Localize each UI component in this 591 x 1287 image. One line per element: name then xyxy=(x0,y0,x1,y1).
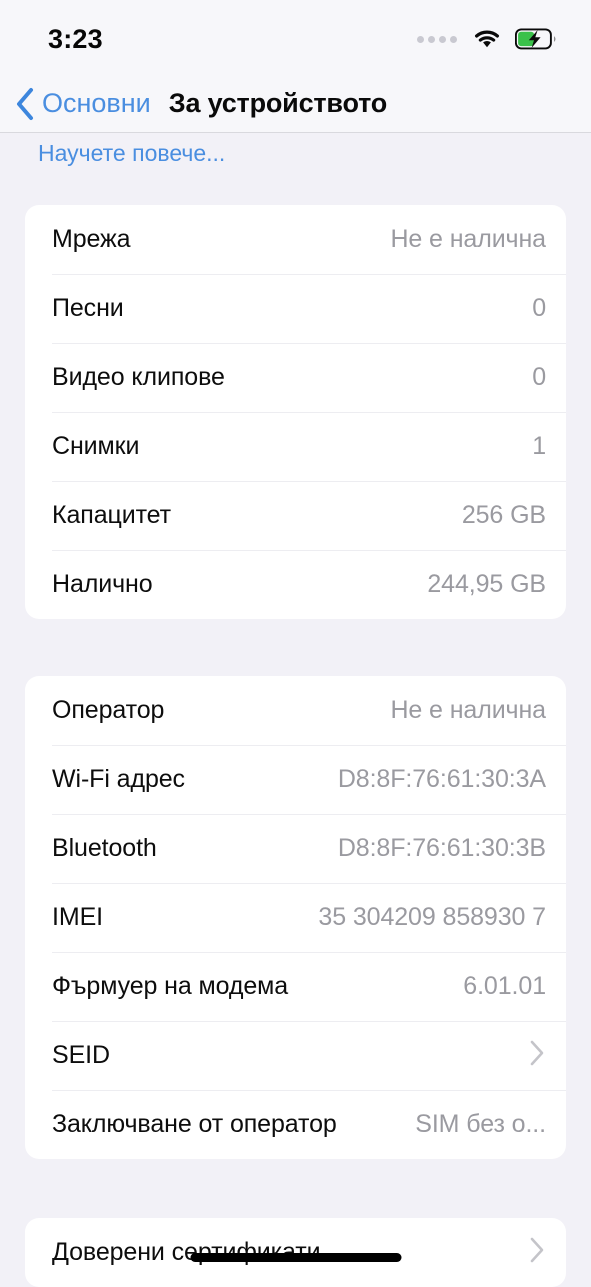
settings-row-label: Фърмуер на модема xyxy=(52,972,289,1000)
settings-row-value: 244,95 GB xyxy=(427,570,546,598)
settings-row: IMEI 35 304209 858930 7 xyxy=(25,883,566,952)
back-chevron-icon xyxy=(14,86,36,121)
settings-row-label: Заключване от оператор xyxy=(52,1110,337,1138)
settings-row-label: Оператор xyxy=(52,696,165,724)
settings-row-label: IMEI xyxy=(52,903,103,931)
settings-row-value: SIM без о... xyxy=(415,1110,546,1138)
settings-row-value: Не е налична xyxy=(390,225,546,253)
settings-row: Мрежа Не е налична xyxy=(25,205,566,274)
settings-row-value: 0 xyxy=(532,363,546,391)
settings-row-value: 0 xyxy=(532,294,546,322)
navigation-bar: Основни За устройството xyxy=(0,74,591,133)
settings-group-hardware: Оператор Не е налична Wi-Fi адрес D8:8F:76:… xyxy=(25,676,566,1159)
settings-row-value: 256 GB xyxy=(461,501,546,529)
settings-group-storage: Мрежа Не е налична Песни 0 Видео клипове 0 Сни… xyxy=(25,205,566,619)
settings-row: Оператор Не е налична xyxy=(25,676,566,745)
wifi-icon xyxy=(472,28,502,50)
settings-row-value: Не е налична xyxy=(390,696,546,724)
settings-row: Песни 0 xyxy=(25,274,566,343)
settings-row: Видео клипове 0 xyxy=(25,343,566,412)
chevron-right-icon xyxy=(529,1236,546,1269)
settings-row: Снимки 1 xyxy=(25,412,566,481)
settings-row-value: D8:8F:76:61:30:3B xyxy=(337,834,546,862)
settings-row-value: D8:8F:76:61:30:3A xyxy=(337,765,546,793)
back-button-label: Основни xyxy=(42,87,151,118)
settings-row-label: Мрежа xyxy=(52,225,131,253)
settings-row-label: Bluetooth xyxy=(52,834,157,862)
home-indicator[interactable] xyxy=(190,1253,401,1262)
settings-row[interactable]: SEID xyxy=(25,1021,566,1090)
signal-dots-icon xyxy=(417,35,457,43)
settings-row-label: Капацитет xyxy=(52,501,171,529)
settings-row-label: Налично xyxy=(52,570,153,598)
status-bar-clock: 3:23 xyxy=(48,23,103,54)
settings-row: Капацитет 256 GB xyxy=(25,481,566,550)
settings-row-label: Wi-Fi адрес xyxy=(52,765,185,793)
settings-row: Wi-Fi адрес D8:8F:76:61:30:3A xyxy=(25,745,566,814)
settings-row: Заключване от оператор SIM без о... xyxy=(25,1090,566,1159)
battery-charging-icon xyxy=(515,28,557,50)
settings-row: Фърмуер на модема 6.01.01 xyxy=(25,952,566,1021)
chevron-right-icon xyxy=(529,1039,546,1072)
status-bar: 3:23 xyxy=(0,0,591,74)
settings-row-label: Песни xyxy=(52,294,124,322)
settings-scroll-view[interactable]: Научете повече... Мрежа Не е налична Песни… xyxy=(0,134,591,1287)
page-title: За устройството xyxy=(168,87,388,118)
status-bar-indicators xyxy=(417,28,557,50)
settings-row-label: Снимки xyxy=(52,432,140,460)
settings-row-label: Видео клипове xyxy=(52,363,225,391)
settings-row-value: 35 304209 858930 7 xyxy=(318,903,546,931)
learn-more-link[interactable]: Научете повече... xyxy=(38,140,225,167)
settings-row-label: SEID xyxy=(52,1041,110,1069)
settings-row: Bluetooth D8:8F:76:61:30:3B xyxy=(25,814,566,883)
settings-row-value: 1 xyxy=(532,432,546,460)
settings-row-value: 6.01.01 xyxy=(463,972,546,1000)
back-button[interactable]: Основни xyxy=(14,86,151,121)
settings-row: Налично 244,95 GB xyxy=(25,550,566,619)
